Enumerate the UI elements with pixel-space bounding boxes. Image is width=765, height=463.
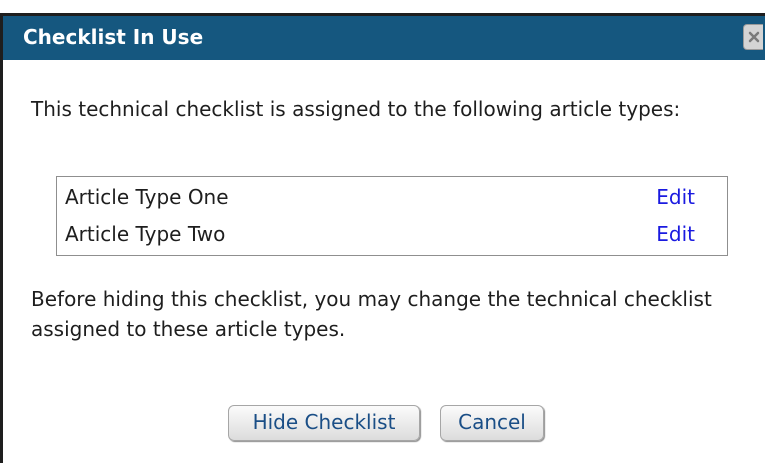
edit-link[interactable]: Edit	[656, 222, 695, 246]
note-text: Before hiding this checklist, you may ch…	[31, 287, 712, 341]
dialog-left-border	[0, 16, 3, 463]
close-button[interactable]	[743, 24, 763, 50]
hide-checklist-button[interactable]: Hide Checklist	[228, 405, 420, 441]
checklist-in-use-dialog: Checklist In Use This technical checklis…	[0, 0, 765, 463]
dialog-title: Checklist In Use	[23, 25, 204, 49]
cancel-button[interactable]: Cancel	[440, 405, 544, 441]
close-icon	[748, 31, 760, 43]
list-item: Article Type One Edit	[57, 181, 727, 217]
list-item: Article Type Two Edit	[57, 218, 727, 254]
dialog-titlebar: Checklist In Use	[3, 16, 765, 60]
article-type-name: Article Type One	[65, 185, 229, 209]
intro-text: This technical checklist is assigned to …	[31, 97, 681, 121]
article-types-list: Article Type One Edit Article Type Two E…	[56, 176, 728, 256]
edit-link[interactable]: Edit	[656, 185, 695, 209]
article-type-name: Article Type Two	[65, 222, 226, 246]
